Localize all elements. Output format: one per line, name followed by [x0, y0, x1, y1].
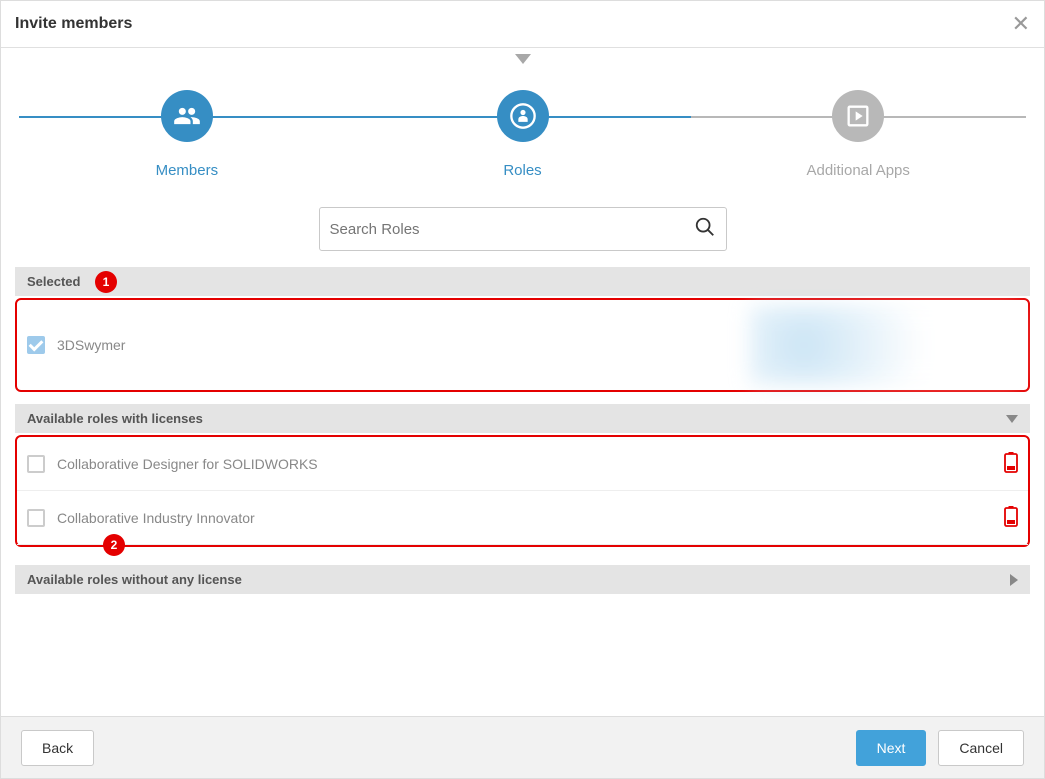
modal-footer: Back Next Cancel: [1, 716, 1044, 778]
role-row-collab-designer[interactable]: Collaborative Designer for SOLIDWORKS: [17, 437, 1028, 491]
section-available-licenses-title: Available roles with licenses: [27, 411, 203, 426]
role-label-3dswymer: 3DSwymer: [57, 337, 125, 353]
role-icon: [497, 90, 549, 142]
section-header-no-license[interactable]: Available roles without any license: [15, 565, 1030, 594]
step-pointer-icon: [515, 54, 531, 64]
modal-title: Invite members: [15, 15, 132, 33]
search-box[interactable]: [319, 207, 727, 251]
wizard-stepper: Members Roles Additional Apps: [19, 90, 1026, 179]
low-license-icon: [1004, 451, 1018, 476]
section-header-selected: Selected 1: [15, 267, 1030, 296]
back-button[interactable]: Back: [21, 730, 94, 766]
low-license-icon: [1004, 505, 1018, 530]
step-roles[interactable]: Roles: [355, 90, 691, 179]
search-icon[interactable]: [694, 216, 716, 243]
chevron-right-icon[interactable]: [1010, 574, 1018, 586]
close-button[interactable]: ✕: [1012, 11, 1030, 37]
play-icon: [832, 90, 884, 142]
role-label-collab-designer: Collaborative Designer for SOLIDWORKS: [57, 456, 318, 472]
blur-overlay: [750, 306, 1020, 384]
available-roles-box: Collaborative Designer for SOLIDWORKS Co…: [15, 435, 1030, 547]
checkbox-collab-innovator[interactable]: [27, 509, 45, 527]
checkbox-3dswymer[interactable]: [27, 336, 45, 354]
section-header-available-licenses[interactable]: Available roles with licenses: [15, 404, 1030, 433]
next-button[interactable]: Next: [856, 730, 927, 766]
role-row-collab-innovator[interactable]: Collaborative Industry Innovator: [17, 491, 1028, 545]
step-apps-label: Additional Apps: [806, 162, 909, 179]
callout-2: 2: [103, 534, 125, 556]
step-members[interactable]: Members: [19, 90, 355, 179]
cancel-button[interactable]: Cancel: [938, 730, 1024, 766]
callout-1: 1: [95, 271, 117, 293]
role-label-collab-innovator: Collaborative Industry Innovator: [57, 510, 255, 526]
section-selected-title: Selected: [27, 274, 80, 289]
step-additional-apps[interactable]: Additional Apps: [690, 90, 1026, 179]
people-icon: [161, 90, 213, 142]
section-no-license-title: Available roles without any license: [27, 572, 242, 587]
chevron-down-icon[interactable]: [1006, 415, 1018, 423]
selected-roles-box: 3DSwymer: [15, 298, 1030, 392]
checkbox-collab-designer[interactable]: [27, 455, 45, 473]
step-roles-label: Roles: [503, 162, 541, 179]
search-input[interactable]: [330, 221, 694, 238]
close-icon: ✕: [1012, 11, 1030, 36]
step-members-label: Members: [156, 162, 219, 179]
